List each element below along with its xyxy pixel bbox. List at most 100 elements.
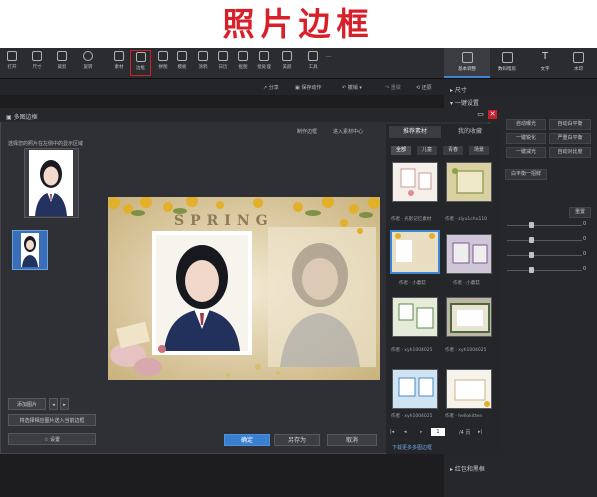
slider-knob[interactable] [529, 252, 534, 258]
frame-icon [135, 52, 146, 62]
frame-thumb-art [452, 168, 484, 194]
toolbar-tools-button[interactable]: 工具 [302, 50, 324, 76]
filter-scene[interactable]: 场景 [469, 146, 489, 155]
auto-white-balance-button[interactable]: 自动白平衡 [549, 119, 591, 130]
dialog-minimize-button[interactable]: ▭ [476, 110, 485, 119]
severe-white-balance-button[interactable]: 严重白平衡 [549, 133, 591, 144]
frame-thumb-art [398, 303, 434, 329]
dialog-close-button[interactable]: ✕ [488, 110, 497, 119]
photo-nav-button[interactable]: ▸ [60, 398, 69, 410]
next-page-button[interactable]: ▸| [478, 429, 482, 435]
slider-value: 0 [583, 236, 587, 242]
calendar-icon [218, 51, 228, 61]
section-red-black-frame[interactable]: ▸ 红包和黑框 [450, 464, 485, 473]
frame-thumb-art [450, 303, 490, 333]
white-balance-button[interactable]: 白平衡一招鲜 [505, 169, 547, 180]
page-number-input[interactable]: 1 [431, 428, 445, 436]
toolbar-size-button[interactable]: 尺寸 [26, 50, 48, 76]
beauty-icon [282, 51, 292, 61]
toolbar-cutout-button[interactable]: 抠图 [232, 50, 254, 76]
share-button[interactable]: ↗ 分享 [263, 84, 279, 91]
tools-icon [308, 51, 318, 61]
filter-all[interactable]: 全部 [391, 146, 411, 155]
toolbar-open-button[interactable]: 打开 [1, 50, 23, 76]
add-photo-button[interactable]: 添加图片 [8, 398, 46, 410]
material-caption: 作者 · xyh1004025 [445, 348, 487, 353]
prev-page-button[interactable]: ◂ [404, 429, 407, 435]
material-caption: 作者 · 小蘑菇 [453, 281, 480, 286]
frame-thumb-art [395, 233, 435, 264]
toolbar-batch-button[interactable]: 批处理 [253, 50, 275, 76]
material-thumb[interactable] [392, 369, 438, 409]
undo-button[interactable]: ↶ 撤销 ▾ [342, 84, 362, 91]
toolbar-crop-button[interactable]: 裁剪 [51, 50, 73, 76]
slider-value: 0 [583, 266, 587, 272]
banner-title: 照片边框 [222, 5, 375, 43]
save-as-button[interactable]: 另存为 [274, 434, 320, 446]
tab-watermark[interactable]: 水印 [560, 48, 597, 78]
template-icon [177, 51, 187, 61]
slider-knob[interactable] [529, 267, 534, 273]
toolbar-frame-button[interactable]: 边框 [130, 50, 151, 76]
material-caption: 作者 · 小蘑菇 [399, 281, 426, 286]
material-thumb[interactable] [446, 369, 492, 409]
portrait-photo [29, 150, 73, 216]
text-icon: T [541, 51, 549, 62]
section-quick-settings[interactable]: ▾ 一键设置 [450, 98, 479, 107]
confirm-button[interactable]: 确定 [224, 434, 270, 446]
toolbar-doodle-button[interactable]: 涂鸦 [192, 50, 214, 76]
toolbar-more-button[interactable]: ··· [326, 54, 332, 61]
portrait-thumb [21, 233, 39, 267]
material-caption: 作者 · ziyu1chu110 [445, 217, 488, 222]
auto-exposure-button[interactable]: 自动曝光 [506, 119, 546, 130]
crop-icon [57, 51, 67, 61]
save-action-button[interactable]: ▣ 保存动作 [295, 84, 321, 91]
slider-knob[interactable] [529, 222, 534, 228]
collage-icon [158, 51, 168, 61]
tab-recommended[interactable]: 推荐素材 [389, 126, 441, 138]
slider-knob[interactable] [529, 237, 534, 243]
redo-button[interactable]: ↷ 重做 [385, 84, 401, 91]
filter-children[interactable]: 儿童 [417, 146, 437, 155]
material-thumb-selected[interactable] [390, 230, 440, 274]
section-size[interactable]: ▸ 尺寸 [450, 85, 467, 94]
auto-contrast-button[interactable]: 自动对比度 [549, 147, 591, 158]
first-page-button[interactable]: |◂ [390, 429, 394, 435]
material-thumb[interactable] [446, 297, 492, 337]
material-thumb[interactable] [392, 297, 438, 337]
restore-button[interactable]: ⟲ 还原 [416, 84, 432, 91]
settings-button[interactable]: ☆ 设置 [8, 433, 96, 445]
material-thumb[interactable] [446, 234, 492, 274]
toolbar-beauty-button[interactable]: 美颜 [276, 50, 298, 76]
main-toolbar: 打开 尺寸 裁剪 旋转 素材 边框 拼图 模板 涂鸦 日历 抠图 批处理 美颜 … [0, 48, 597, 79]
reset-button[interactable]: 重置 [569, 207, 591, 218]
page-total: /4 页 [459, 430, 471, 436]
open-icon [7, 51, 17, 61]
frame-preview-canvas[interactable]: SPRING [108, 197, 380, 380]
slider-track [507, 225, 582, 226]
one-click-sharpen-button[interactable]: 一键锐化 [506, 133, 546, 144]
tab-favorites[interactable]: 我的收藏 [444, 126, 496, 138]
filter-youth[interactable]: 青春 [443, 146, 463, 155]
one-click-dim-button[interactable]: 一键减光 [506, 147, 546, 158]
frame-thumb-art [454, 379, 490, 407]
photo-nav-button[interactable]: ◂ [49, 398, 58, 410]
download-more-link[interactable]: 下载更多多图边框 [392, 444, 432, 451]
material-center-link[interactable]: 进入素材中心 [333, 128, 363, 135]
slider-track [507, 240, 582, 241]
material-thumb[interactable] [392, 162, 438, 202]
cancel-button[interactable]: 取消 [327, 434, 377, 446]
toolbar-template-button[interactable]: 模板 [171, 50, 193, 76]
make-frame-link[interactable]: 制作边框 [297, 128, 317, 135]
watermark-icon [573, 52, 584, 63]
toolbar-calendar-button[interactable]: 日历 [212, 50, 234, 76]
cutout-icon [238, 51, 248, 61]
source-photo[interactable] [29, 150, 73, 216]
toolbar-material-button[interactable]: 素材 [108, 50, 130, 76]
batch-icon [259, 51, 269, 61]
apply-photo-button[interactable]: 将选择相应图片送入当前边框 [8, 414, 96, 426]
material-thumb[interactable] [446, 162, 492, 202]
toolbar-rotate-button[interactable]: 旋转 [77, 50, 99, 76]
svg-text:SPRING: SPRING [174, 213, 274, 229]
selected-photo-thumb[interactable] [12, 230, 48, 270]
